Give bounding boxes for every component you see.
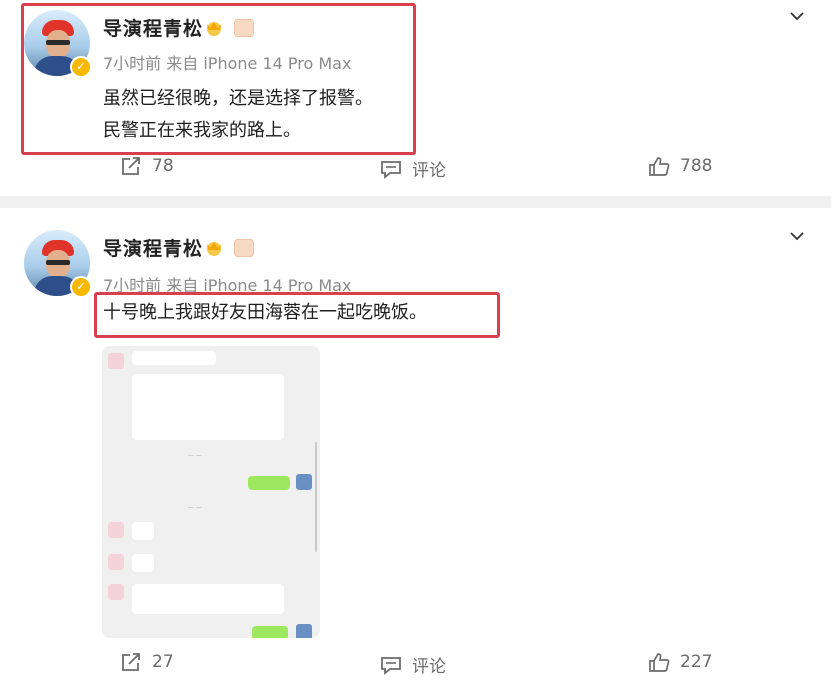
comment-button[interactable]: 评论 xyxy=(380,156,446,181)
comment-label: 评论 xyxy=(412,161,446,181)
repost-icon xyxy=(122,157,140,175)
like-button[interactable]: 788 xyxy=(648,156,712,176)
verified-badge-icon: ✓ xyxy=(70,276,92,298)
chevron-down-icon[interactable] xyxy=(789,228,805,244)
username[interactable]: 导演程青松 xyxy=(103,14,203,41)
repost-button[interactable]: 78 xyxy=(120,156,174,176)
chevron-down-icon[interactable] xyxy=(789,8,805,24)
comment-icon xyxy=(381,656,401,675)
repost-count: 78 xyxy=(152,156,174,176)
like-count: 788 xyxy=(680,156,713,176)
post-text-line-1: 虽然已经很晚，还是选择了报警。 xyxy=(103,88,373,109)
crown-badge-icon xyxy=(207,242,221,256)
username[interactable]: 导演程青松 xyxy=(103,234,203,261)
action-bar: 78 评论 788 xyxy=(0,156,831,186)
like-count: 227 xyxy=(680,652,713,672)
weibo-post-2: ✓ 导演程青松 7小时前 来自 iPhone 14 Pro Max 十号晚上我跟… xyxy=(0,208,831,687)
verified-badge-icon: ✓ xyxy=(70,56,92,78)
like-icon xyxy=(649,157,670,176)
crown-badge-icon xyxy=(207,22,221,36)
like-icon xyxy=(649,653,670,672)
emoji-badge-icon xyxy=(234,239,254,257)
like-button[interactable]: 227 xyxy=(648,652,712,672)
comment-button[interactable]: 评论 xyxy=(380,652,446,677)
attached-chat-screenshot[interactable]: — — — — xyxy=(102,346,320,638)
post-text-line-2: 民警正在来我家的路上。 xyxy=(103,120,301,141)
action-bar: 27 评论 227 xyxy=(0,652,831,682)
post-text-line-1: 十号晚上我跟好友田海蓉在一起吃晚饭。 xyxy=(103,302,427,323)
comment-icon xyxy=(381,160,401,179)
comment-label: 评论 xyxy=(412,657,446,677)
weibo-post-1: ✓ 导演程青松 7小时前 来自 iPhone 14 Pro Max 虽然已经很晚… xyxy=(0,0,831,196)
repost-button[interactable]: 27 xyxy=(120,652,174,672)
repost-count: 27 xyxy=(152,652,174,672)
repost-icon xyxy=(122,653,140,671)
emoji-badge-icon xyxy=(234,19,254,37)
post-meta: 7小时前 来自 iPhone 14 Pro Max xyxy=(103,54,352,73)
